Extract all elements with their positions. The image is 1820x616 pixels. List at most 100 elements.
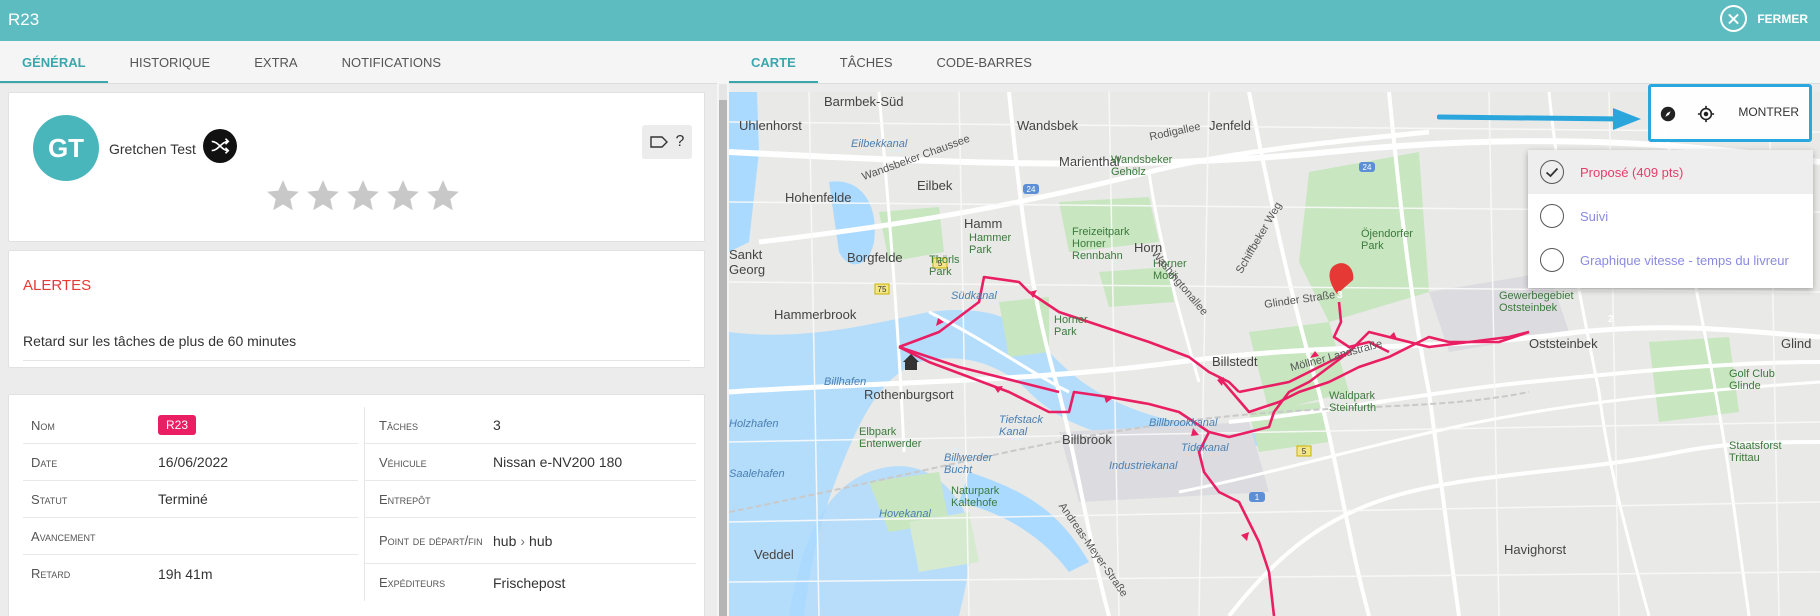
layer-option-label: Graphique vitesse - temps du livreur	[1580, 252, 1789, 268]
alert-text: Retard sur les tâches de plus de 60 minu…	[23, 333, 297, 349]
map-water-label: Eilbekkanal	[851, 138, 908, 150]
layer-option-label: Suivi	[1580, 208, 1609, 224]
map-controls: MONTRER	[1648, 84, 1812, 142]
alert-divider	[23, 360, 690, 361]
tab-history[interactable]: HISTORIQUE	[108, 41, 233, 83]
svg-text:75: 75	[878, 285, 887, 294]
avatar: GT	[33, 115, 99, 181]
map-park-label: Horner Park	[1054, 314, 1088, 338]
map-park-label: Gewerbegebiet Oststeinbek	[1499, 290, 1574, 314]
tab-notifications[interactable]: NOTIFICATIONS	[320, 41, 463, 83]
show-button[interactable]: MONTRER	[1738, 105, 1799, 119]
shuffle-icon[interactable]	[203, 129, 237, 163]
stop-2-label[interactable]: 2	[1608, 314, 1614, 325]
star-icon[interactable]	[384, 177, 422, 215]
svg-text:24: 24	[1027, 185, 1036, 194]
info-value: Terminé	[158, 491, 208, 507]
layer-option-speed-chart[interactable]: Graphique vitesse - temps du livreur	[1528, 238, 1813, 282]
info-column-left: Nom R23 Date 16/06/2022 Statut Terminé A…	[23, 407, 358, 592]
close-label: FERMER	[1757, 11, 1808, 26]
map-water-label: Billbrookkanal	[1149, 417, 1218, 429]
radio-icon	[1540, 248, 1564, 272]
map-place-label: Eilbek	[917, 178, 953, 193]
info-key: Entrepôt	[379, 491, 431, 507]
tab-extra[interactable]: EXTRA	[232, 41, 319, 83]
route-info-card: Nom R23 Date 16/06/2022 Statut Terminé A…	[8, 394, 705, 616]
tab-barcodes[interactable]: CODE-BARRES	[915, 41, 1054, 83]
star-icon[interactable]	[264, 177, 302, 215]
map-place-label: Billstedt	[1212, 354, 1258, 369]
top-bar: R23 FERMER	[0, 0, 1820, 41]
map-water-label: Billwerder Bucht	[944, 452, 993, 476]
map-street-label: Saalehafen	[729, 468, 785, 480]
info-value: 16/06/2022	[158, 454, 229, 470]
delay-value: 19h 41m	[158, 565, 213, 582]
layer-option-tracking[interactable]: Suivi	[1528, 194, 1813, 238]
rating-stars[interactable]	[264, 177, 462, 215]
info-row-delay: Retard 19h 41m	[23, 555, 358, 592]
info-value: 3	[493, 417, 501, 433]
map-park-label: Waldpark Steinfurth	[1329, 390, 1377, 414]
info-column-right: Tâches 3 Véhicule Nissan e-NV200 180 Ent…	[364, 407, 696, 601]
map-street-label: Billhafen	[824, 376, 867, 388]
map-place-label: Wandsbek	[1017, 118, 1078, 133]
driver-card: GT Gretchen Test ?	[8, 92, 705, 242]
map-place-label: Sankt Georg	[729, 247, 766, 277]
driver-name: Gretchen Test	[109, 141, 196, 157]
star-icon[interactable]	[304, 177, 342, 215]
map-park-label: Golf Club Glinde	[1729, 368, 1775, 392]
layer-menu: Proposé (409 pts) Suivi Graphique vitess…	[1528, 150, 1813, 288]
map-place-label: Oststeinbek	[1529, 336, 1598, 351]
radio-icon	[1540, 204, 1564, 228]
info-key: Véhicule	[379, 454, 427, 470]
compass-icon[interactable]	[1659, 105, 1677, 123]
info-row-status: Statut Terminé	[23, 481, 358, 518]
info-row-shippers: Expéditeurs Frischepost	[365, 564, 696, 601]
start-point: hub	[493, 532, 517, 549]
close-button[interactable]: FERMER	[1720, 5, 1808, 32]
map-place-label: Hohenfelde	[785, 190, 852, 205]
tag-icon	[649, 136, 668, 148]
map-place-label: Havighorst	[1504, 542, 1567, 557]
locate-icon[interactable]	[1697, 105, 1715, 123]
tab-map[interactable]: CARTE	[729, 41, 818, 83]
layer-option-proposed[interactable]: Proposé (409 pts)	[1528, 150, 1813, 194]
left-tab-bar: GÉNÉRAL HISTORIQUE EXTRA NOTIFICATIONS	[0, 41, 717, 84]
map-park-label: Hammer Park	[969, 232, 1012, 256]
info-key: Avancement	[31, 528, 96, 544]
tab-general[interactable]: GÉNÉRAL	[0, 41, 108, 83]
info-key: Statut	[31, 491, 68, 507]
end-point: hub	[529, 532, 553, 549]
route-name-badge: R23	[158, 415, 197, 435]
map-water-label: Tiefstack Kanal	[999, 414, 1043, 438]
map-park-label: Freizeitpark Horner Rennbahn	[1072, 226, 1130, 262]
stop-3-label[interactable]: 3	[1337, 290, 1343, 301]
scrollbar-thumb[interactable]	[719, 100, 727, 616]
info-key: Point de départ/fin	[379, 532, 483, 548]
info-key: Tâches	[379, 417, 418, 433]
info-value: Frischepost	[493, 574, 566, 591]
map-place-label: Borgfelde	[847, 250, 903, 265]
label-help-button[interactable]: ?	[642, 125, 692, 159]
close-icon	[1720, 5, 1748, 32]
map-place-label: Jenfeld	[1209, 118, 1251, 133]
info-row-tasks: Tâches 3	[365, 407, 696, 444]
tab-tasks[interactable]: TÂCHES	[818, 41, 915, 83]
right-tab-bar: CARTE TÂCHES CODE-BARRES	[729, 41, 1820, 84]
svg-text:1: 1	[1255, 493, 1260, 502]
map-water-label: Tidekanal	[1181, 442, 1229, 454]
info-row-start-end: Point de départ/fin hub › hub	[365, 518, 696, 564]
star-icon[interactable]	[344, 177, 382, 215]
alerts-card: ALERTES Retard sur les tâches de plus de…	[8, 250, 705, 368]
map-park-label: Wandsbeker Gehölz	[1111, 154, 1173, 178]
info-row-depot: Entrepôt	[365, 481, 696, 518]
star-icon[interactable]	[424, 177, 462, 215]
map-park-label: Naturpark Kaltehofe	[951, 485, 1000, 509]
map-place-label: Billbrook	[1062, 432, 1112, 447]
help-text: ?	[675, 133, 685, 150]
svg-text:5: 5	[1302, 447, 1307, 456]
map-water-label: Industriekanal	[1109, 460, 1178, 472]
layer-option-label: Proposé (409 pts)	[1580, 164, 1684, 180]
info-row-progress: Avancement	[23, 518, 358, 555]
general-panel: GT Gretchen Test ? ALERTES Retard sur le…	[0, 84, 717, 616]
